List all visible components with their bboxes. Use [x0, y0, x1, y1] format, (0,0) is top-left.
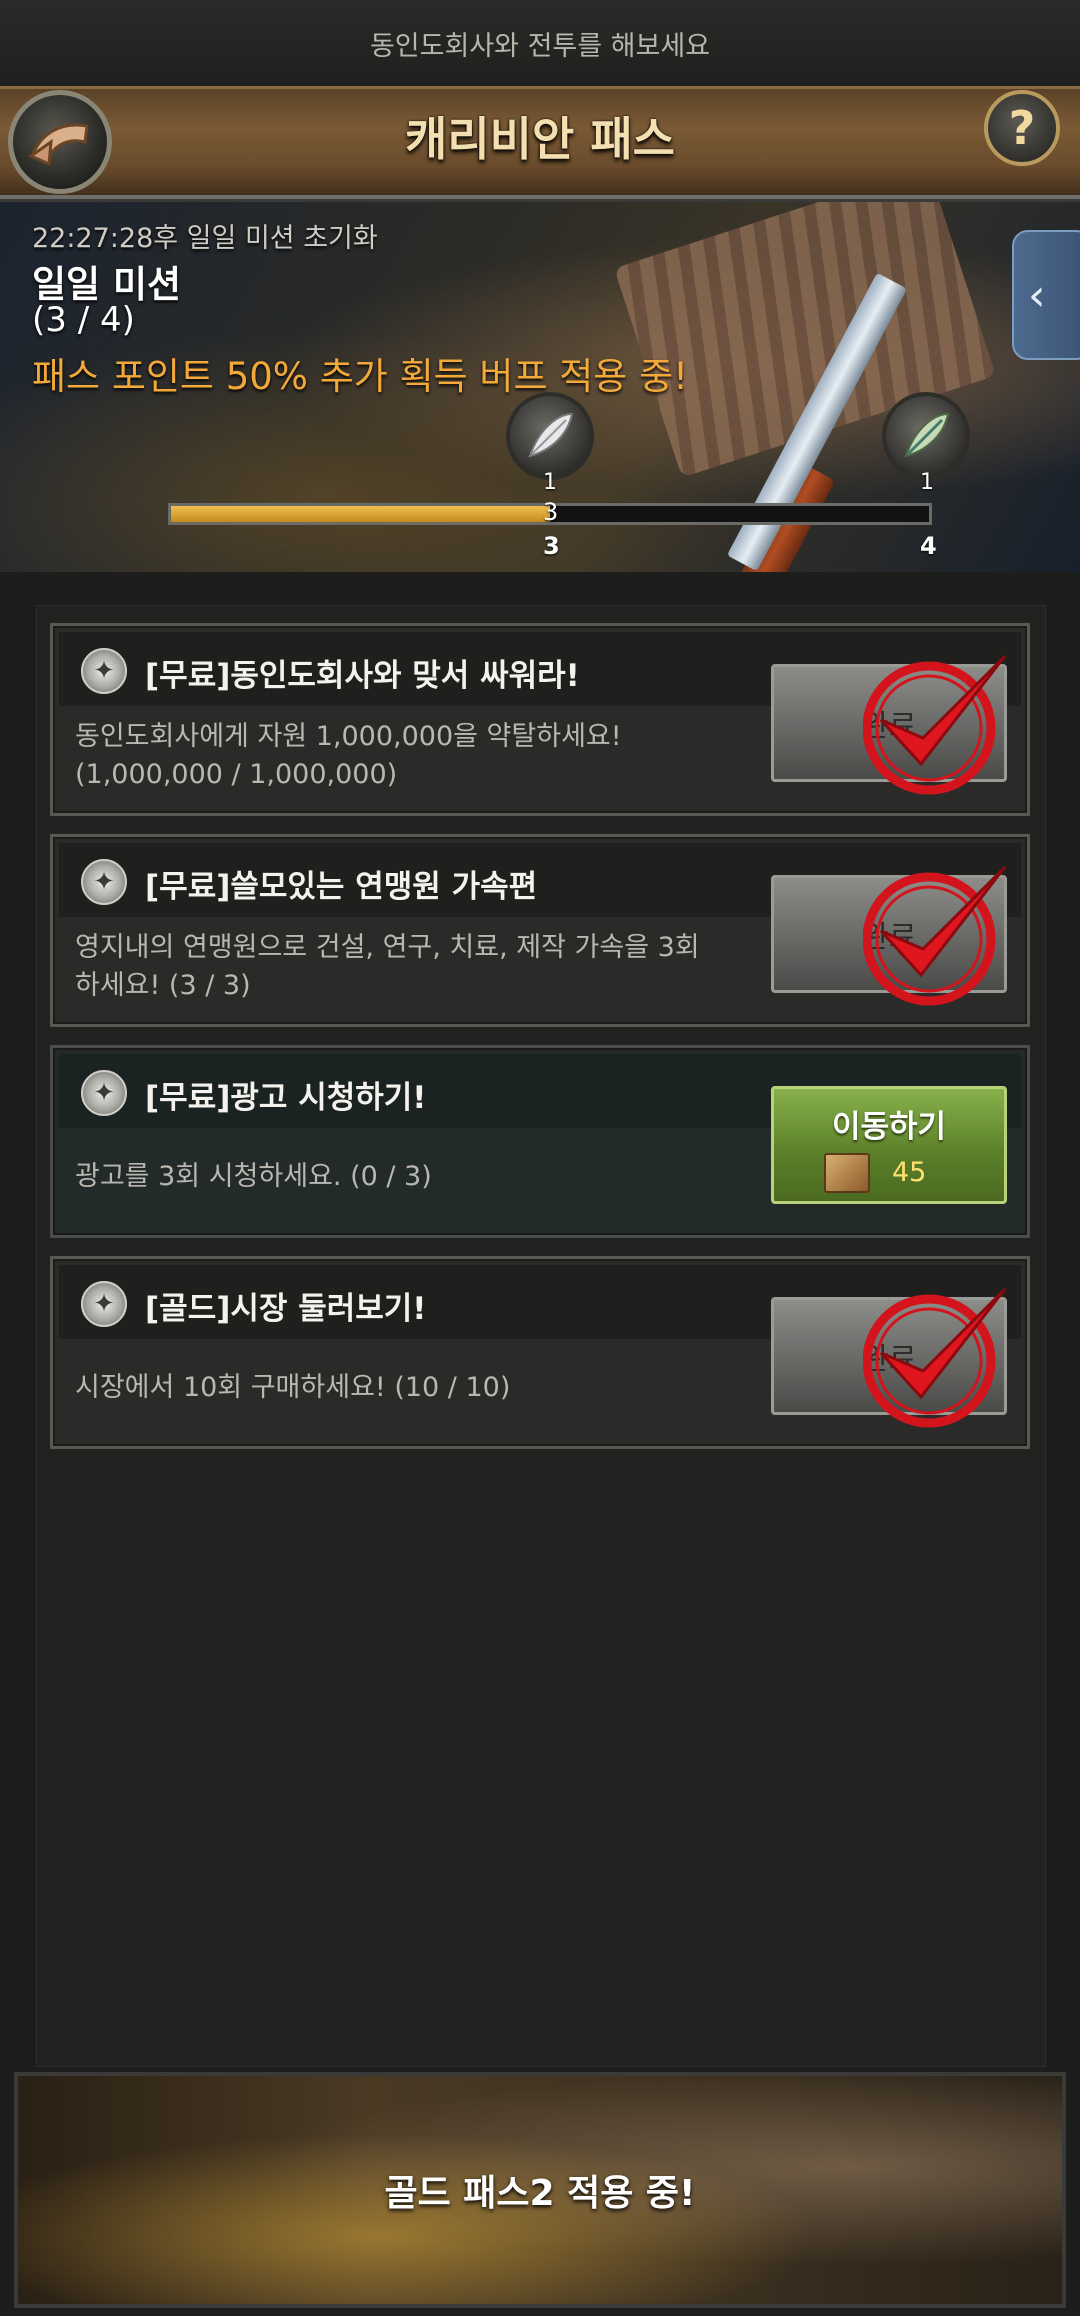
progress-current: 3 [543, 498, 559, 526]
mission-card: ✦ [무료]쓸모있는 연맹원 가속편 영지내의 연맹원으로 건설, 연구, 치료… [50, 834, 1030, 1027]
compass-icon: ✦ [81, 648, 127, 694]
mission-count: (3 / 4) [32, 300, 135, 340]
mission-desc-line: 광고를 3회 시청하세요. (0 / 3) [75, 1161, 432, 1192]
check-mark-icon [863, 1287, 1007, 1428]
book-icon [824, 1153, 870, 1193]
green-feather-icon [904, 412, 950, 458]
go-button-cost: 45 [892, 1157, 927, 1188]
compass-icon: ✦ [81, 1281, 127, 1327]
reward-silver-feather[interactable] [506, 392, 594, 480]
reward-count: 1 [920, 470, 934, 495]
compass-icon: ✦ [81, 1070, 127, 1116]
check-mark-icon [863, 865, 1007, 1006]
top-notice-text: 동인도회사와 전투를 해보세요 [369, 30, 711, 62]
mission-card: ✦ [무료]광고 시청하기! 광고를 3회 시청하세요. (0 / 3) 이동하… [50, 1045, 1030, 1238]
side-tab-button[interactable]: ‹ [1012, 230, 1080, 360]
mission-card: ✦ [무료]동인도회사와 맞서 싸워라! 동인도회사에게 자원 1,000,00… [50, 623, 1030, 816]
compass-icon: ✦ [81, 859, 127, 905]
go-button-label: 이동하기 [831, 1109, 947, 1145]
progress-tick: 4 [920, 532, 937, 560]
go-button[interactable]: 이동하기 45 [771, 1086, 1007, 1204]
mission-desc-line: 동인도회사에게 자원 1,000,000을 약탈하세요! [75, 721, 622, 752]
chevron-left-icon: ‹ [1028, 269, 1046, 321]
gold-pass-status: 골드 패스2 적용 중! [384, 2173, 696, 2214]
silver-feather-icon [528, 412, 574, 458]
mission-card-desc: 영지내의 연맹원으로 건설, 연구, 치료, 제작 가속을 3회 하세요! (3… [75, 929, 700, 1005]
progress-fill [171, 506, 550, 522]
gold-pass-footer[interactable]: 골드 패스2 적용 중! [14, 2072, 1066, 2308]
back-arrow-icon [27, 123, 89, 167]
page-title: 캐리비안 패스 [405, 112, 675, 166]
progress-tick: 3 [543, 532, 560, 560]
mission-card-title: [무료]광고 시청하기! [145, 1080, 427, 1116]
mission-card-desc: 동인도회사에게 자원 1,000,000을 약탈하세요! (1,000,000 … [75, 718, 622, 794]
top-notice-bar: 동인도회사와 전투를 해보세요 [0, 0, 1080, 86]
check-mark-icon [863, 654, 1007, 795]
mission-card-desc: 시장에서 10회 구매하세요! (10 / 10) [75, 1369, 510, 1407]
help-button[interactable]: ? [984, 90, 1060, 166]
mission-desc-line: 하세요! (3 / 3) [75, 970, 251, 1001]
mission-desc-line: 시장에서 10회 구매하세요! (10 / 10) [75, 1372, 511, 1403]
reset-timer: 22:27:28후 일일 미션 초기화 [32, 223, 378, 254]
help-icon: ? [1008, 101, 1036, 155]
mission-desc-line: 영지내의 연맹원으로 건설, 연구, 치료, 제작 가속을 3회 [75, 932, 700, 963]
reward-count: 1 [543, 470, 557, 495]
mission-card-title: [무료]쓸모있는 연맹원 가속편 [145, 869, 538, 905]
buff-text: 패스 포인트 50% 추가 획득 버프 적용 중! [32, 355, 688, 398]
mission-card-title: [무료]동인도회사와 맞서 싸워라! [145, 658, 580, 694]
mission-card: ✦ [골드]시장 둘러보기! 시장에서 10회 구매하세요! (10 / 10)… [50, 1256, 1030, 1449]
reward-green-feather[interactable] [882, 392, 970, 480]
back-button[interactable] [8, 90, 112, 194]
mission-desc-line: (1,000,000 / 1,000,000) [75, 759, 398, 790]
mission-card-title: [골드]시장 둘러보기! [145, 1291, 427, 1327]
mission-card-desc: 광고를 3회 시청하세요. (0 / 3) [75, 1158, 432, 1196]
title-bar: 캐리비안 패스 [0, 86, 1080, 205]
